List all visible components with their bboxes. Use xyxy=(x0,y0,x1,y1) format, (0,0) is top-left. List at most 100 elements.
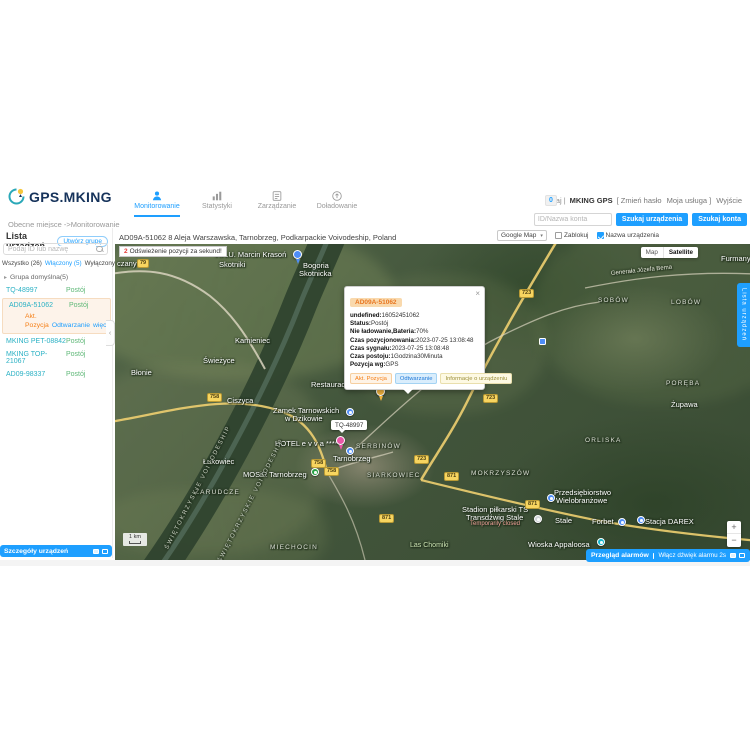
popup-row: Pozycja wg:GPS xyxy=(350,361,479,369)
map-provider-select[interactable]: Google Map ▾ xyxy=(497,230,547,241)
device-row-selected[interactable]: AD09A-51062Postój Akt. PozycjaOdtwarzanie… xyxy=(2,298,111,334)
main-nav-tabs: Monitorowanie Statystyki Zarządzanie Dołado… xyxy=(134,184,360,217)
map-options: Google Map ▾ Zablokuj Nazwa urządzenia xyxy=(497,230,659,241)
poi-dot-zamek[interactable] xyxy=(346,408,354,416)
device-address-text: AD09A-51062 8 Aleja Warszawska, Tarnobrz… xyxy=(119,233,396,242)
device-status: Postój xyxy=(66,287,85,294)
popout-icon[interactable] xyxy=(102,549,108,554)
logo-icon xyxy=(8,188,25,205)
device-row[interactable]: AD09-98337Postój xyxy=(0,368,113,381)
search-account-button[interactable]: Szukaj konta xyxy=(692,213,747,226)
user-link[interactable]: [ Zmień hasło xyxy=(617,196,662,205)
user-bar: Witaj | MKING GPS 0 [ Zmień hasłoMoja us… xyxy=(545,196,742,205)
popup-detail-rows: undefined:16052451062Status:PostójNie ła… xyxy=(350,312,479,369)
map-type-satellite[interactable]: Satellite xyxy=(663,247,698,258)
popup-device-badge: AD09A-51062 xyxy=(350,298,402,307)
device-list: TQ-48997PostójAD09A-51062PostójAkt. Pozy… xyxy=(0,284,113,381)
tab-label: Statystyki xyxy=(202,203,232,210)
device-action-link[interactable]: Odtwarzanie xyxy=(52,322,90,329)
poi-dot-forbet[interactable] xyxy=(618,518,626,526)
map-provider-value: Google Map xyxy=(501,232,536,239)
details-bar-label: Szczegóły urządzeń xyxy=(4,548,68,555)
sidebar-collapse-handle[interactable]: ‹ xyxy=(106,320,115,346)
device-status: Postój xyxy=(69,302,88,309)
device-filter-tabs: Wszystko (26)Włączony (5)Wyłączony (21) xyxy=(2,260,112,267)
device-search-box xyxy=(3,243,108,255)
search-icon[interactable] xyxy=(96,246,103,253)
popout-icon[interactable] xyxy=(739,553,745,558)
device-filter-tab[interactable]: Wszystko (26) xyxy=(2,260,42,267)
lock-label: Zablokuj xyxy=(564,232,589,239)
refresh-notice: 2Odświeżenie pozycji za sekund! xyxy=(119,246,227,257)
map-canvas[interactable]: F.H.U. Marcin KrasońSkotnikiBogoriaSkotn… xyxy=(115,244,750,560)
device-group-row[interactable]: ▸ Grupa domyślna(5) xyxy=(4,274,68,281)
device-row[interactable]: AD09A-51062Postój xyxy=(7,302,106,309)
device-row[interactable]: MKING TOP-21067Postój xyxy=(0,348,113,368)
poi-dot-mosir[interactable] xyxy=(311,468,319,476)
device-marker-tq[interactable] xyxy=(336,436,345,445)
popup-button[interactable]: Akt. Pozycja xyxy=(350,373,392,384)
poi-dot-appaloosa[interactable] xyxy=(597,538,605,546)
user-link[interactable]: Moja usługa ] xyxy=(667,196,712,205)
refresh-text: Odświeżenie pozycji za sekund! xyxy=(130,248,222,255)
popup-button[interactable]: Informacje o urządzeniu xyxy=(440,373,512,384)
device-name-checkbox-box[interactable] xyxy=(597,232,604,239)
poi-square-transit[interactable] xyxy=(539,338,546,345)
device-search-input[interactable] xyxy=(4,246,96,253)
device-name[interactable]: AD09A-51062 xyxy=(9,302,69,309)
device-name-checkbox[interactable]: Nazwa urządzenia xyxy=(597,232,659,239)
poi-dot-stadion[interactable] xyxy=(534,515,542,523)
tab-doladowanie[interactable]: Doładowanie xyxy=(314,184,360,217)
device-name[interactable]: MKING TOP-21067 xyxy=(6,351,66,365)
popup-row: Nie ładowanie,Bateria:70% xyxy=(350,328,479,336)
device-name-label: Nazwa urządzenia xyxy=(606,232,659,239)
minimize-icon[interactable] xyxy=(730,553,736,558)
popup-row: Status:Postój xyxy=(350,320,479,328)
lock-checkbox[interactable]: Zablokuj xyxy=(555,232,589,239)
chevron-down-icon: ▾ xyxy=(540,233,543,239)
device-details-bar[interactable]: Szczegóły urządzeń xyxy=(0,545,112,557)
user-link[interactable]: Wyjście xyxy=(716,196,742,205)
tab-label: Zarządzanie xyxy=(258,203,297,210)
poi-dot-darex[interactable] xyxy=(637,516,645,524)
zoom-out-button[interactable]: − xyxy=(727,534,741,547)
lock-checkbox-box[interactable] xyxy=(555,232,562,239)
tab-label: Doładowanie xyxy=(317,203,357,210)
zoom-control: + − xyxy=(727,521,741,547)
close-icon[interactable]: × xyxy=(475,289,480,298)
scale-text: 1 km xyxy=(129,534,141,540)
account-search-input[interactable] xyxy=(534,213,612,226)
alarm-overview-bar[interactable]: Przegląd alarmów Włącz dźwięk alarmu 2s xyxy=(586,549,750,562)
popup-button[interactable]: Odtwarzanie xyxy=(395,373,438,384)
alarm-bar-label: Przegląd alarmów xyxy=(591,552,649,559)
tab-monitorowanie[interactable]: Monitorowanie xyxy=(134,184,180,217)
device-row[interactable]: TQ-48997Postój xyxy=(0,284,113,297)
search-device-button[interactable]: Szukaj urządzenia xyxy=(616,213,688,226)
poi-dot-hotel[interactable] xyxy=(346,447,354,455)
minimize-icon[interactable] xyxy=(93,549,99,554)
monitor-icon xyxy=(151,189,163,201)
device-name[interactable]: MKING PET-08842 xyxy=(6,338,66,345)
zoom-in-button[interactable]: + xyxy=(727,521,741,534)
device-filter-tab[interactable]: Włączony (5) xyxy=(45,260,82,267)
poi-pin-fhu[interactable] xyxy=(293,250,302,259)
manage-icon xyxy=(271,189,283,201)
device-name[interactable]: TQ-48997 xyxy=(6,287,66,294)
user-links: [ Zmień hasło Moja usługa ] Wyjście xyxy=(617,196,742,205)
tree-expander-icon[interactable]: ▸ xyxy=(4,274,7,281)
notification-badge[interactable]: 0 xyxy=(545,195,557,206)
device-list-ribbon[interactable]: Lista urządzeń xyxy=(737,283,750,347)
device-action-link[interactable]: Akt. Pozycja xyxy=(25,313,49,329)
device-row[interactable]: MKING PET-08842Postój xyxy=(0,335,113,348)
device-name[interactable]: AD09-98337 xyxy=(6,371,66,378)
device-status: Postój xyxy=(66,351,85,365)
tab-label: Monitorowanie xyxy=(134,203,180,210)
app-logo: GPS.MKING xyxy=(8,188,112,205)
tab-statystyki[interactable]: Statystyki xyxy=(194,184,240,217)
popup-row: undefined:16052451062 xyxy=(350,312,479,320)
alarm-sound-checkbox[interactable] xyxy=(653,553,655,559)
tab-zarzadzanie[interactable]: Zarządzanie xyxy=(254,184,300,217)
map-type-map[interactable]: Map xyxy=(641,247,663,258)
poi-dot-przedsiebiorstwo[interactable] xyxy=(547,494,555,502)
refresh-countdown: 2 xyxy=(124,248,128,255)
